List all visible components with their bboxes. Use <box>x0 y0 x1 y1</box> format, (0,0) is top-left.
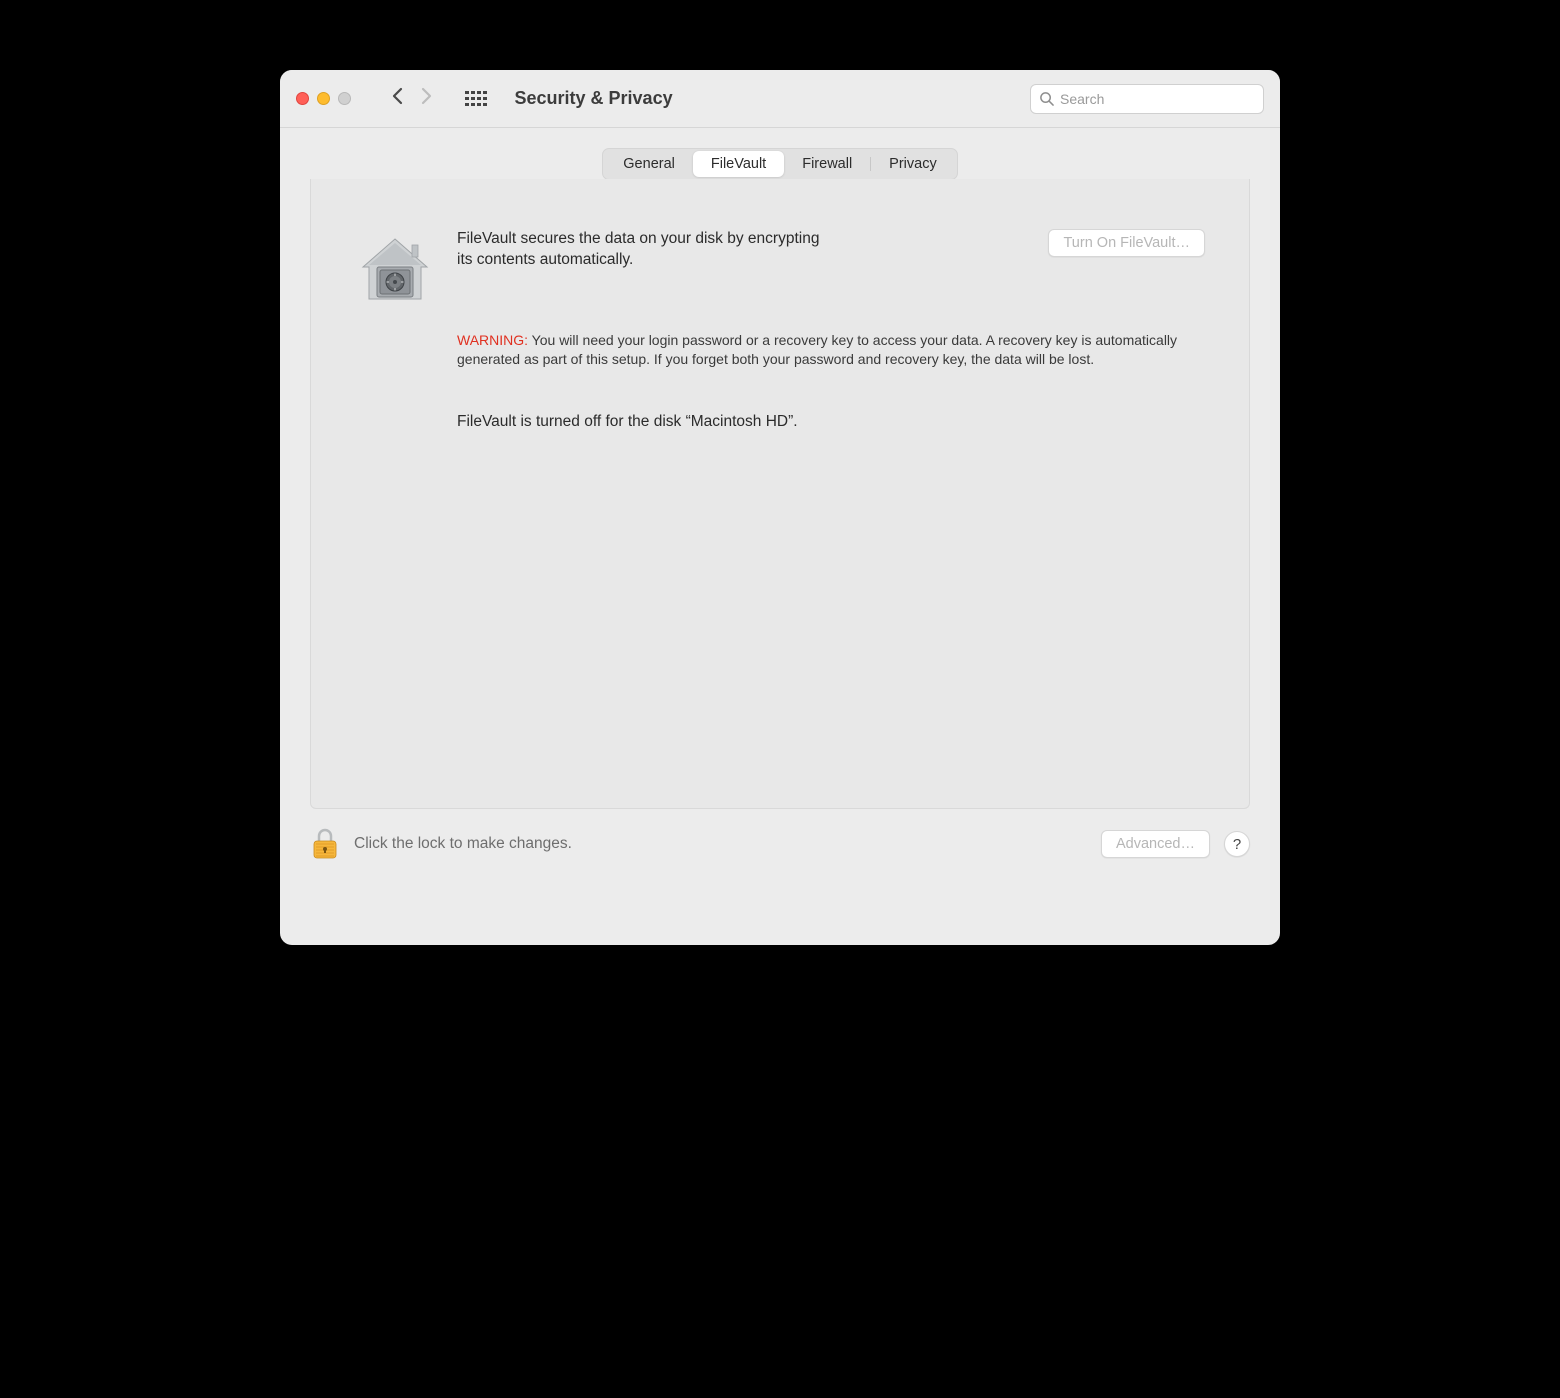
advanced-button: Advanced… <box>1101 830 1210 858</box>
warning-text: You will need your login password or a r… <box>457 332 1177 367</box>
tab-general[interactable]: General <box>605 151 693 177</box>
search-field[interactable] <box>1030 84 1264 114</box>
show-all-button[interactable] <box>465 91 487 107</box>
window-controls <box>296 92 351 105</box>
window-title: Security & Privacy <box>515 88 673 109</box>
tab-firewall[interactable]: Firewall <box>784 151 870 177</box>
back-button[interactable] <box>391 87 403 110</box>
filevault-warning: WARNING: You will need your login passwo… <box>457 331 1205 369</box>
tabs-row: General FileVault Firewall Privacy <box>280 148 1280 180</box>
zoom-window-button <box>338 92 351 105</box>
help-button[interactable]: ? <box>1224 831 1250 857</box>
filevault-icon <box>355 233 435 313</box>
content-panel: FileVault secures the data on your disk … <box>310 179 1250 809</box>
forward-button <box>421 87 433 110</box>
footer: Click the lock to make changes. Advanced… <box>280 809 1280 885</box>
chevron-right-icon <box>421 87 433 105</box>
warning-label: WARNING: <box>457 332 528 348</box>
close-window-button[interactable] <box>296 92 309 105</box>
search-icon <box>1039 91 1054 106</box>
tab-filevault[interactable]: FileVault <box>693 151 784 177</box>
turn-on-filevault-button: Turn On FileVault… <box>1048 229 1205 257</box>
filevault-status: FileVault is turned off for the disk “Ma… <box>457 413 1205 431</box>
tabs: General FileVault Firewall Privacy <box>602 148 957 180</box>
lock-hint-text: Click the lock to make changes. <box>354 835 572 853</box>
titlebar: Security & Privacy <box>280 70 1280 128</box>
preferences-window: Security & Privacy General FileVault Fir… <box>280 70 1280 945</box>
filevault-description: FileVault secures the data on your disk … <box>457 229 827 271</box>
tab-privacy[interactable]: Privacy <box>871 151 955 177</box>
search-input[interactable] <box>1060 91 1255 107</box>
nav-arrows <box>391 87 433 110</box>
chevron-left-icon <box>391 87 403 105</box>
minimize-window-button[interactable] <box>317 92 330 105</box>
lock-icon[interactable] <box>310 827 340 861</box>
